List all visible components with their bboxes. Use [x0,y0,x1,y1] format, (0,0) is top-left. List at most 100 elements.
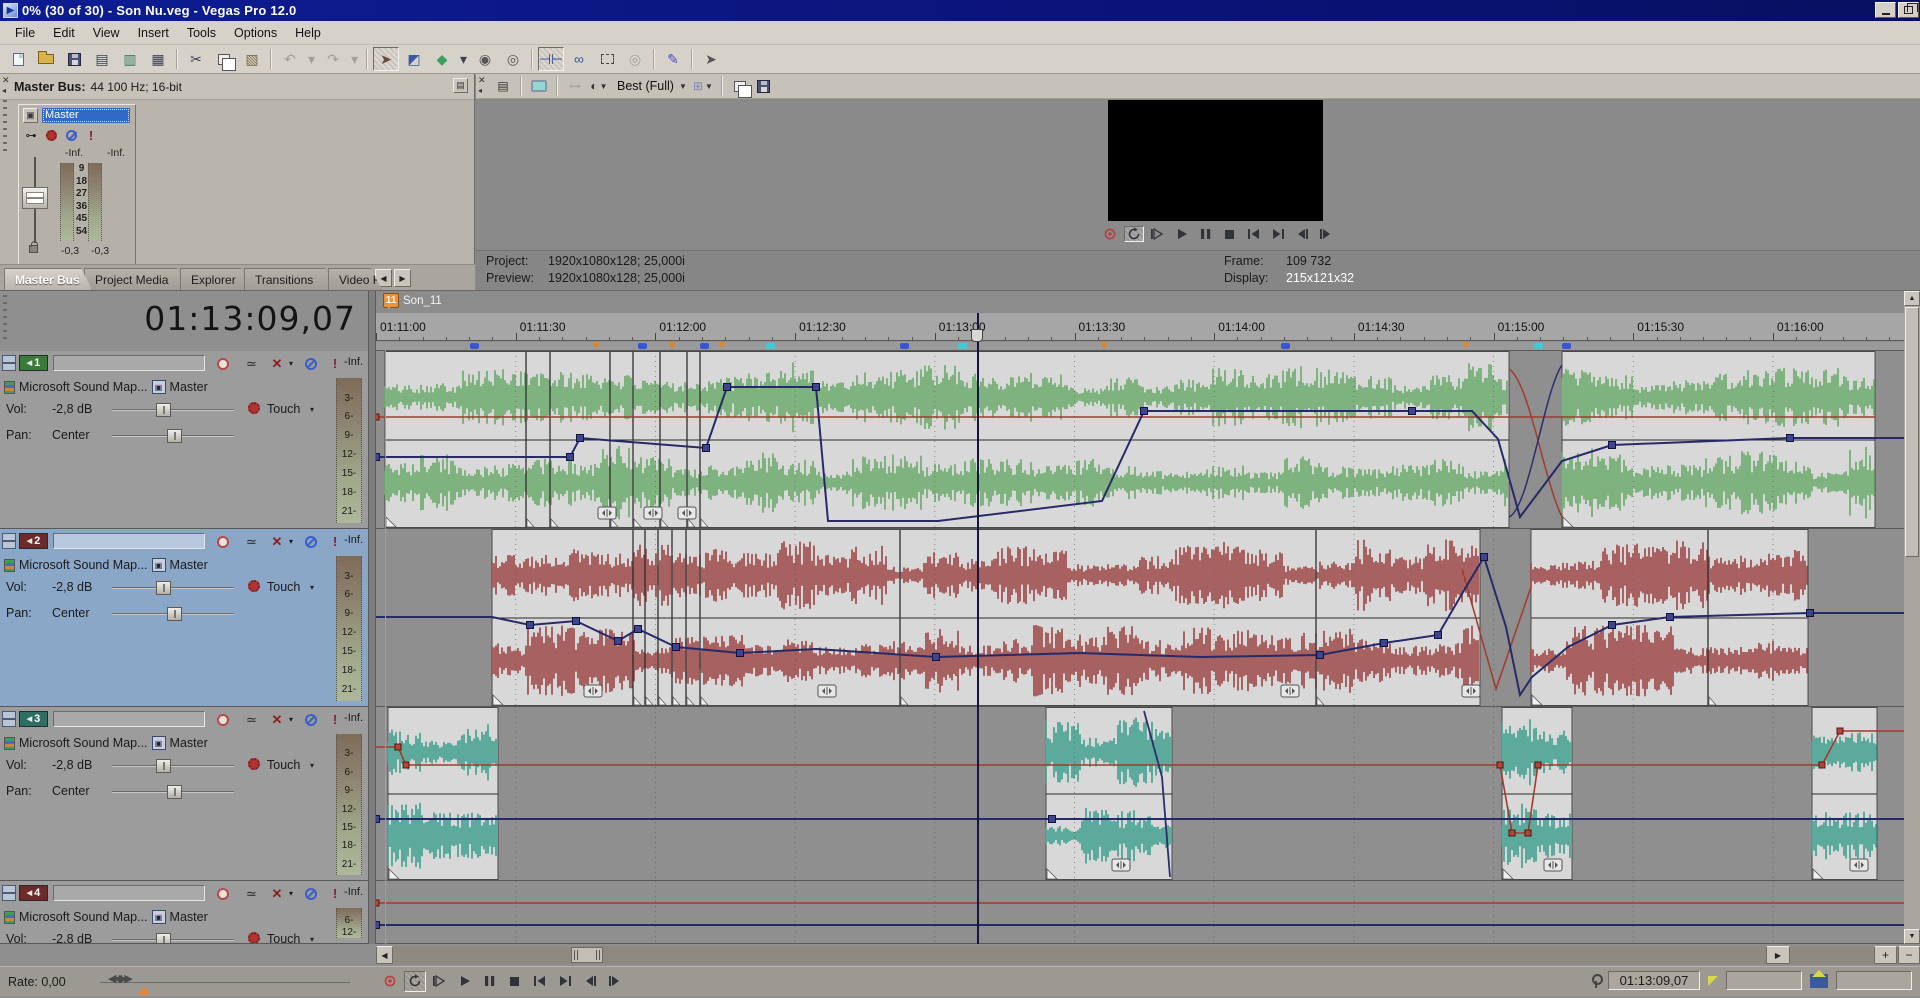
pan-envelope-node[interactable] [395,744,401,750]
panel-grip[interactable] [3,100,7,156]
invert-phase-button[interactable]: ! [324,885,346,902]
stop-button[interactable] [504,971,526,992]
preview-go-to-end-button[interactable] [1268,226,1288,242]
render-as-button[interactable]: ▦ [145,47,171,71]
mute-options-icon[interactable]: ▾ [286,355,296,372]
paste-button[interactable]: ▧ [239,47,265,71]
volume-slider-handle[interactable] [156,581,171,595]
preview-play-from-start-button[interactable] [1148,226,1168,242]
event-marker[interactable] [1100,342,1108,349]
track-device-name[interactable]: Microsoft Sound Map... [19,380,148,394]
go-to-end-button[interactable] [554,971,576,992]
mute-icon[interactable] [64,128,78,142]
collapse-panel-icon[interactable]: ◂ [2,86,6,95]
menu-help[interactable]: Help [286,23,330,43]
invert-phase-button[interactable]: ! [324,711,346,728]
track-envelope-button[interactable]: ≃ [240,711,262,728]
preview-stop-button[interactable] [1220,226,1240,242]
solo-button[interactable] [300,355,322,372]
pan-envelope-node[interactable] [1525,830,1531,836]
envelope-edit-tool-button[interactable]: ∞ [566,47,592,71]
eraser-tool-button[interactable]: ✎ [660,47,686,71]
volume-envelope-node[interactable] [1049,816,1056,823]
close-preview-icon[interactable]: ✕ [478,76,486,84]
preview-go-to-start-button[interactable] [1244,226,1264,242]
master-name-field[interactable]: Master [42,108,130,123]
master-fader-handle[interactable] [22,187,48,209]
pin-icon[interactable] [1591,974,1600,988]
invert-phase-button[interactable]: ! [324,355,346,372]
play-button[interactable] [454,971,476,992]
mute-button[interactable]: ✕ [266,533,288,550]
track-name-field[interactable] [53,533,205,549]
pan-envelope-node[interactable] [376,414,379,420]
enable-snapping-button[interactable]: ➤ [373,47,399,71]
loop-playback-button[interactable] [404,971,426,992]
event-marker[interactable] [470,343,479,349]
pan-slider-handle[interactable] [167,607,182,621]
undo-button[interactable]: ↶ [277,47,303,71]
panel-menu-icon[interactable]: ▤ [453,78,468,93]
volume-slider-handle[interactable] [156,933,171,944]
automation-gear-icon[interactable] [248,932,260,944]
pan-slider-handle[interactable] [167,785,182,799]
lock-envelopes-to-events-button[interactable]: ◉ [472,47,498,71]
menu-options[interactable]: Options [225,23,286,43]
volume-envelope-node[interactable] [1317,652,1324,659]
insert-fx-icon[interactable]: ⊶ [24,128,38,142]
invert-phase-button[interactable]: ! [324,533,346,550]
track-header-2[interactable]: ◀2≃✕!▾-Inf.Microsoft Sound Map...▣Master… [0,529,368,707]
menu-edit[interactable]: Edit [44,23,84,43]
track-device-name[interactable]: Microsoft Sound Map... [19,910,148,924]
pan-envelope-node[interactable] [1509,830,1515,836]
arm-record-button[interactable] [212,533,234,550]
solo-button[interactable] [300,533,322,550]
automation-dropdown-icon[interactable]: ▾ [310,405,314,414]
event-marker[interactable] [1462,342,1470,349]
new-project-button[interactable] [5,47,31,71]
trackhead-splitter[interactable] [368,291,376,944]
volume-envelope-node[interactable] [567,454,574,461]
track-collapse-icon[interactable] [2,711,15,727]
preview-quality-button[interactable]: Best (Full) ▼ [612,76,689,96]
scroll-left-button[interactable]: ◀ [376,946,393,964]
event-marker[interactable] [1562,343,1571,349]
dim-output-icon[interactable]: ! [84,128,98,142]
volume-envelope-node[interactable] [1381,640,1388,647]
save-project-button[interactable] [61,47,87,71]
automation-gear-icon[interactable] [44,128,58,142]
track-name-field[interactable] [53,711,205,727]
record-button[interactable] [379,971,401,992]
volume-envelope-node[interactable] [1807,610,1814,617]
volume-envelope-node[interactable] [1609,442,1616,449]
track-number-badge[interactable]: ◀4 [19,885,48,901]
mute-button[interactable]: ✕ [266,711,288,728]
bus-assign-icon[interactable]: ▣ [152,380,166,394]
bus-assign-icon[interactable]: ▣ [152,558,166,572]
track-name-field[interactable] [53,355,205,371]
open-project-button[interactable] [33,47,59,71]
preview-loop-playback-button[interactable] [1124,226,1144,242]
next-frame-button[interactable] [604,971,626,992]
track-device-name[interactable]: Microsoft Sound Map... [19,736,148,750]
save-snapshot-button[interactable] [753,76,775,96]
restore-button[interactable] [1898,2,1919,18]
preview-play-button[interactable] [1172,226,1192,242]
scroll-down-button[interactable]: ▼ [1904,929,1920,944]
volume-slider-handle[interactable] [156,759,171,773]
volume-envelope-node[interactable] [1667,614,1674,621]
automation-dropdown-icon[interactable]: ▾ [310,583,314,592]
close-panel-icon[interactable]: ✕ [2,76,10,84]
volume-envelope-node[interactable] [615,638,622,645]
arm-record-button[interactable] [212,885,234,902]
tab-explorer[interactable]: Explorer [180,268,252,290]
normal-edit-tool-button[interactable]: ⊣⊢ [538,47,564,71]
event-marker[interactable] [1281,343,1290,349]
volume-envelope-node[interactable] [737,650,744,657]
marker-label[interactable]: Son_11 [403,295,442,307]
minimize-button[interactable] [1875,2,1896,18]
cursor-timecode-display[interactable]: 01:13:09,07 [144,299,356,338]
pan-envelope-node[interactable] [403,762,409,768]
marker-bar[interactable]: 11 Son_11 [376,291,1904,313]
volume-envelope-node[interactable] [1141,408,1148,415]
